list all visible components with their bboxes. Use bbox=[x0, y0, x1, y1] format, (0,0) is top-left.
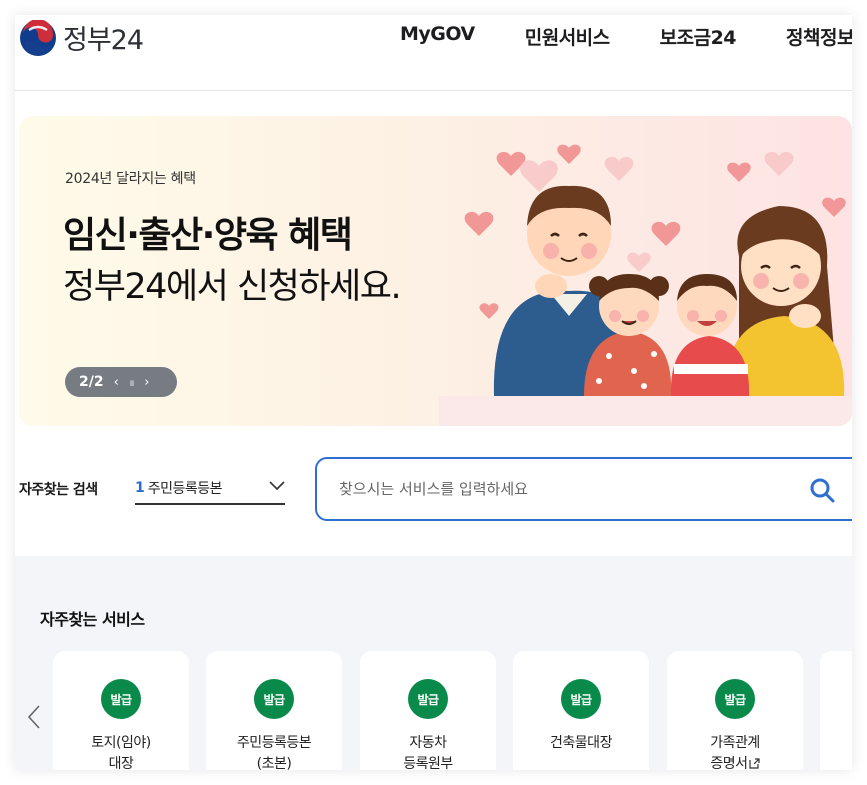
banner-prev-button[interactable]: ‹ bbox=[114, 375, 119, 390]
quick-search-label: 자주찾는 검색 bbox=[19, 482, 98, 498]
chevron-down-icon bbox=[269, 481, 285, 491]
service-card-label: 가족관계 증명서 bbox=[710, 733, 760, 770]
search-icon[interactable] bbox=[809, 477, 835, 503]
nav-item-civil-services[interactable]: 민원서비스 bbox=[525, 23, 610, 50]
banner-title: 임신·출산·양육 혜택 bbox=[63, 215, 353, 256]
service-card-label: 건축물대장 bbox=[550, 735, 612, 751]
issue-badge: 발급 bbox=[408, 679, 448, 719]
issue-badge: 발급 bbox=[715, 679, 755, 719]
service-card-label: 주민등록등본 (초본) bbox=[236, 735, 312, 770]
service-card-building-register[interactable]: 발급 건축물대장 bbox=[513, 651, 649, 770]
banner-pager-count: 2/2 bbox=[79, 374, 104, 390]
banner-subtitle: 정부24에서 신청하세요. bbox=[63, 267, 402, 307]
issue-badge: 발급 bbox=[101, 679, 141, 719]
site-logo[interactable]: 정부24 bbox=[20, 18, 144, 57]
nav-item-policy-info[interactable]: 정책정보 bbox=[786, 23, 852, 50]
chevron-left-icon[interactable] bbox=[27, 704, 41, 730]
search-input[interactable] bbox=[339, 480, 779, 498]
service-card-land-register[interactable]: 발급 토지(임야) 대장 bbox=[53, 651, 189, 770]
issue-badge: 발급 bbox=[254, 679, 294, 719]
quick-search-select[interactable]: 1 주민등록등본 bbox=[135, 473, 285, 505]
service-card-label: 토지(임야) 대장 bbox=[91, 735, 151, 770]
quick-search-value: 주민등록등본 bbox=[147, 481, 223, 497]
frequent-services-title: 자주찾는 서비스 bbox=[40, 610, 145, 629]
issue-badge: 발급 bbox=[561, 679, 601, 719]
taegeuk-logo-icon bbox=[20, 19, 56, 56]
main-banner[interactable]: 2024년 달라지는 혜택 임신·출산·양육 혜택 정부24에서 신청하세요. … bbox=[19, 116, 852, 426]
service-card-family-certificate[interactable]: 발급 가족관계 증명서 bbox=[667, 651, 803, 770]
site-logo-text: 정부24 bbox=[63, 25, 144, 56]
service-card-resident-register[interactable]: 발급 주민등록등본 (초본) bbox=[206, 651, 342, 770]
quick-search-rank: 1 bbox=[135, 480, 145, 496]
browser-frame: 정부24 MyGOV 민원서비스 보조금24 정책정보 2024년 달라지는 혜… bbox=[15, 15, 852, 770]
external-link-icon bbox=[748, 758, 760, 769]
nav-item-mygov[interactable]: MyGOV bbox=[400, 23, 475, 50]
service-card-partial[interactable] bbox=[820, 651, 852, 770]
site-header: 정부24 MyGOV 민원서비스 보조금24 정책정보 bbox=[15, 15, 852, 91]
family-illustration bbox=[439, 144, 852, 426]
service-card-label: 자동차 등록원부 bbox=[403, 735, 453, 770]
main-nav: MyGOV 민원서비스 보조금24 정책정보 bbox=[400, 23, 852, 50]
banner-pause-button[interactable]: ॥ bbox=[129, 376, 134, 389]
banner-eyebrow: 2024년 달라지는 혜택 bbox=[65, 171, 196, 187]
banner-pager: 2/2 ‹ ॥ › bbox=[65, 367, 177, 397]
service-card-vehicle-register[interactable]: 발급 자동차 등록원부 bbox=[360, 651, 496, 770]
nav-item-subsidy24[interactable]: 보조금24 bbox=[660, 23, 737, 50]
frequent-services-section: 자주찾는 서비스 발급 토지(임야) 대장 발급 주민등록등본 (초본) 발급 … bbox=[15, 556, 852, 770]
banner-next-button[interactable]: › bbox=[144, 375, 149, 390]
search-box bbox=[315, 457, 852, 521]
